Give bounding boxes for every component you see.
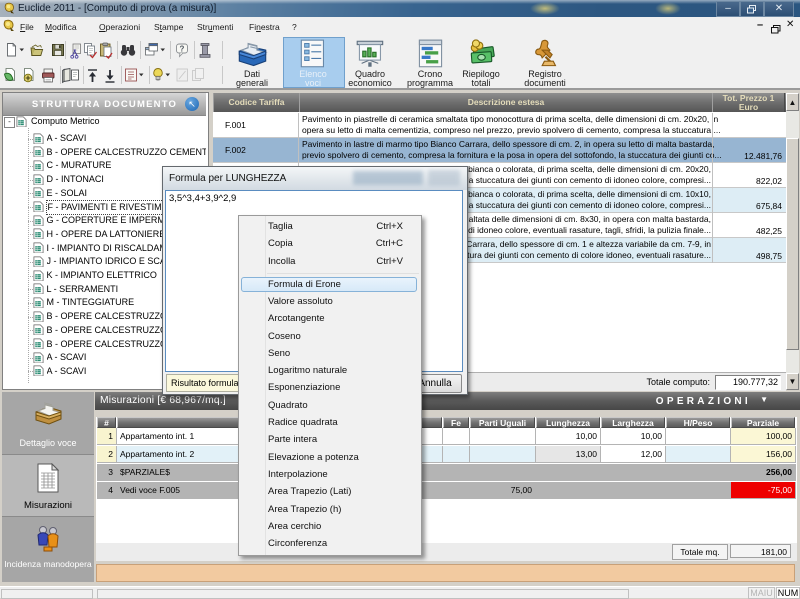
svg-text:?: ? xyxy=(180,44,185,53)
